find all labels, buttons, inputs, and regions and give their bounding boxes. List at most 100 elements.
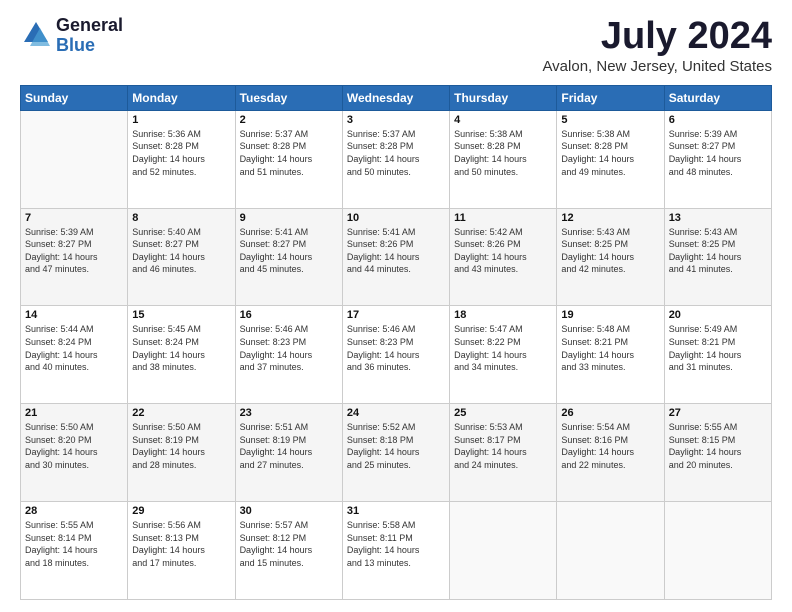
calendar-cell: 5 Sunrise: 5:38 AM Sunset: 8:28 PM Daylig… bbox=[557, 110, 664, 208]
week-row-5: 28Sunrise: 5:55 AM Sunset: 8:14 PM Dayli… bbox=[21, 502, 772, 600]
week-row-1: 1 Sunrise: 5:36 AM Sunset: 8:28 PM Daylig… bbox=[21, 110, 772, 208]
day-number: 6 bbox=[669, 114, 767, 126]
calendar-cell: 9 Sunrise: 5:41 AM Sunset: 8:27 PM Daylig… bbox=[235, 208, 342, 306]
day-number: 16 bbox=[240, 309, 338, 321]
col-saturday: Saturday bbox=[664, 85, 771, 110]
calendar-cell bbox=[557, 502, 664, 600]
day-number: 27 bbox=[669, 407, 767, 419]
calendar-cell bbox=[664, 502, 771, 600]
logo-general: General bbox=[56, 16, 123, 36]
day-info: Sunrise: 5:52 AM Sunset: 8:18 PM Dayligh… bbox=[347, 421, 445, 471]
calendar-cell: 26 Sunrise: 5:54 AM Sunset: 8:16 PM Dayli… bbox=[557, 404, 664, 502]
day-number: 1 bbox=[132, 114, 230, 126]
calendar-cell: 1 Sunrise: 5:36 AM Sunset: 8:28 PM Daylig… bbox=[128, 110, 235, 208]
calendar-cell: 21 Sunrise: 5:50 AM Sunset: 8:20 PM Dayli… bbox=[21, 404, 128, 502]
calendar-cell: 29 Sunrise: 5:56 AM Sunset: 8:13 PM Dayli… bbox=[128, 502, 235, 600]
day-number: 7 bbox=[25, 212, 123, 224]
calendar-cell: 30 Sunrise: 5:57 AM Sunset: 8:12 PM Dayli… bbox=[235, 502, 342, 600]
day-number: 30 bbox=[240, 505, 338, 517]
col-monday: Monday bbox=[128, 85, 235, 110]
calendar-cell: 11 Sunrise: 5:42 AM Sunset: 8:26 PM Dayli… bbox=[450, 208, 557, 306]
col-thursday: Thursday bbox=[450, 85, 557, 110]
logo-blue: Blue bbox=[56, 36, 123, 56]
day-info: Sunrise: 5:41 AM Sunset: 8:26 PM Dayligh… bbox=[347, 226, 445, 276]
calendar-cell bbox=[21, 110, 128, 208]
col-friday: Friday bbox=[557, 85, 664, 110]
day-info: Sunrise: 5:37 AM Sunset: 8:28 PM Dayligh… bbox=[347, 128, 445, 178]
calendar-cell: 17 Sunrise: 5:46 AM Sunset: 8:23 PM Dayli… bbox=[342, 306, 449, 404]
day-info: Sunrise: 5:43 AM Sunset: 8:25 PM Dayligh… bbox=[561, 226, 659, 276]
calendar-cell: 22Sunrise: 5:50 AM Sunset: 8:19 PM Dayli… bbox=[128, 404, 235, 502]
calendar-cell: 16 Sunrise: 5:46 AM Sunset: 8:23 PM Dayli… bbox=[235, 306, 342, 404]
day-number: 20 bbox=[669, 309, 767, 321]
col-tuesday: Tuesday bbox=[235, 85, 342, 110]
calendar-cell: 14Sunrise: 5:44 AM Sunset: 8:24 PM Dayli… bbox=[21, 306, 128, 404]
day-info: Sunrise: 5:42 AM Sunset: 8:26 PM Dayligh… bbox=[454, 226, 552, 276]
day-info: Sunrise: 5:39 AM Sunset: 8:27 PM Dayligh… bbox=[669, 128, 767, 178]
day-info: Sunrise: 5:37 AM Sunset: 8:28 PM Dayligh… bbox=[240, 128, 338, 178]
day-info: Sunrise: 5:36 AM Sunset: 8:28 PM Dayligh… bbox=[132, 128, 230, 178]
day-number: 25 bbox=[454, 407, 552, 419]
day-info: Sunrise: 5:38 AM Sunset: 8:28 PM Dayligh… bbox=[561, 128, 659, 178]
day-number: 13 bbox=[669, 212, 767, 224]
day-number: 21 bbox=[25, 407, 123, 419]
day-number: 18 bbox=[454, 309, 552, 321]
day-info: Sunrise: 5:41 AM Sunset: 8:27 PM Dayligh… bbox=[240, 226, 338, 276]
day-number: 9 bbox=[240, 212, 338, 224]
calendar-cell: 6 Sunrise: 5:39 AM Sunset: 8:27 PM Daylig… bbox=[664, 110, 771, 208]
day-info: Sunrise: 5:55 AM Sunset: 8:14 PM Dayligh… bbox=[25, 519, 123, 569]
day-info: Sunrise: 5:55 AM Sunset: 8:15 PM Dayligh… bbox=[669, 421, 767, 471]
day-info: Sunrise: 5:46 AM Sunset: 8:23 PM Dayligh… bbox=[240, 323, 338, 373]
calendar-cell: 31 Sunrise: 5:58 AM Sunset: 8:11 PM Dayli… bbox=[342, 502, 449, 600]
day-number: 23 bbox=[240, 407, 338, 419]
calendar-cell: 10 Sunrise: 5:41 AM Sunset: 8:26 PM Dayli… bbox=[342, 208, 449, 306]
day-info: Sunrise: 5:51 AM Sunset: 8:19 PM Dayligh… bbox=[240, 421, 338, 471]
day-info: Sunrise: 5:45 AM Sunset: 8:24 PM Dayligh… bbox=[132, 323, 230, 373]
day-number: 24 bbox=[347, 407, 445, 419]
header: General Blue July 2024 Avalon, New Jerse… bbox=[20, 16, 772, 75]
day-number: 10 bbox=[347, 212, 445, 224]
title-block: July 2024 Avalon, New Jersey, United Sta… bbox=[542, 16, 772, 75]
calendar-cell: 19 Sunrise: 5:48 AM Sunset: 8:21 PM Dayli… bbox=[557, 306, 664, 404]
calendar-cell: 8Sunrise: 5:40 AM Sunset: 8:27 PM Daylig… bbox=[128, 208, 235, 306]
calendar-cell: 7 Sunrise: 5:39 AM Sunset: 8:27 PM Daylig… bbox=[21, 208, 128, 306]
day-info: Sunrise: 5:48 AM Sunset: 8:21 PM Dayligh… bbox=[561, 323, 659, 373]
calendar-cell: 18 Sunrise: 5:47 AM Sunset: 8:22 PM Dayli… bbox=[450, 306, 557, 404]
week-row-2: 7 Sunrise: 5:39 AM Sunset: 8:27 PM Daylig… bbox=[21, 208, 772, 306]
day-number: 19 bbox=[561, 309, 659, 321]
col-sunday: Sunday bbox=[21, 85, 128, 110]
day-number: 5 bbox=[561, 114, 659, 126]
day-info: Sunrise: 5:39 AM Sunset: 8:27 PM Dayligh… bbox=[25, 226, 123, 276]
calendar-cell: 24 Sunrise: 5:52 AM Sunset: 8:18 PM Dayli… bbox=[342, 404, 449, 502]
day-number: 17 bbox=[347, 309, 445, 321]
day-number: 31 bbox=[347, 505, 445, 517]
logo-icon bbox=[20, 18, 52, 50]
day-info: Sunrise: 5:53 AM Sunset: 8:17 PM Dayligh… bbox=[454, 421, 552, 471]
calendar-cell: 12Sunrise: 5:43 AM Sunset: 8:25 PM Dayli… bbox=[557, 208, 664, 306]
day-info: Sunrise: 5:58 AM Sunset: 8:11 PM Dayligh… bbox=[347, 519, 445, 569]
week-row-4: 21 Sunrise: 5:50 AM Sunset: 8:20 PM Dayli… bbox=[21, 404, 772, 502]
day-number: 11 bbox=[454, 212, 552, 224]
day-info: Sunrise: 5:46 AM Sunset: 8:23 PM Dayligh… bbox=[347, 323, 445, 373]
page: General Blue July 2024 Avalon, New Jerse… bbox=[0, 0, 792, 612]
day-info: Sunrise: 5:54 AM Sunset: 8:16 PM Dayligh… bbox=[561, 421, 659, 471]
calendar-cell: 3Sunrise: 5:37 AM Sunset: 8:28 PM Daylig… bbox=[342, 110, 449, 208]
calendar-cell: 28Sunrise: 5:55 AM Sunset: 8:14 PM Dayli… bbox=[21, 502, 128, 600]
calendar-cell: 25 Sunrise: 5:53 AM Sunset: 8:17 PM Dayli… bbox=[450, 404, 557, 502]
calendar-cell bbox=[450, 502, 557, 600]
day-number: 4 bbox=[454, 114, 552, 126]
day-info: Sunrise: 5:57 AM Sunset: 8:12 PM Dayligh… bbox=[240, 519, 338, 569]
day-number: 29 bbox=[132, 505, 230, 517]
day-number: 26 bbox=[561, 407, 659, 419]
day-number: 14 bbox=[25, 309, 123, 321]
day-number: 22 bbox=[132, 407, 230, 419]
day-info: Sunrise: 5:38 AM Sunset: 8:28 PM Dayligh… bbox=[454, 128, 552, 178]
calendar-cell: 20Sunrise: 5:49 AM Sunset: 8:21 PM Dayli… bbox=[664, 306, 771, 404]
day-info: Sunrise: 5:50 AM Sunset: 8:20 PM Dayligh… bbox=[25, 421, 123, 471]
day-number: 8 bbox=[132, 212, 230, 224]
main-title: July 2024 bbox=[542, 16, 772, 58]
day-info: Sunrise: 5:56 AM Sunset: 8:13 PM Dayligh… bbox=[132, 519, 230, 569]
day-info: Sunrise: 5:47 AM Sunset: 8:22 PM Dayligh… bbox=[454, 323, 552, 373]
calendar-cell: 13Sunrise: 5:43 AM Sunset: 8:25 PM Dayli… bbox=[664, 208, 771, 306]
calendar-table: Sunday Monday Tuesday Wednesday Thursday… bbox=[20, 85, 772, 600]
